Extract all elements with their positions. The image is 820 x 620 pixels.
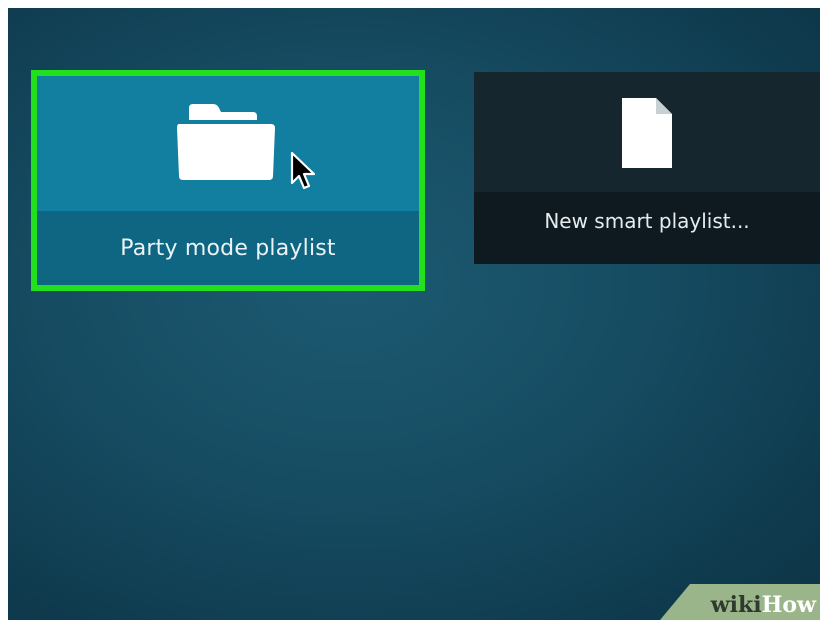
file-icon: [622, 98, 672, 168]
watermark-text: wikiHow: [711, 592, 816, 618]
kodi-screen: Party mode playlist New smart playlist..…: [8, 8, 820, 620]
wikihow-watermark: wikiHow: [660, 584, 820, 620]
watermark-how: How: [761, 592, 816, 618]
new-smart-playlist-tile[interactable]: New smart playlist...: [474, 72, 820, 264]
folder-icon: [177, 104, 275, 180]
watermark-wiki: wiki: [710, 592, 762, 618]
party-mode-playlist-label: Party mode playlist: [120, 235, 336, 261]
tile-label-area: Party mode playlist: [37, 211, 419, 285]
tile-icon-area: [474, 72, 820, 192]
party-mode-playlist-tile[interactable]: Party mode playlist: [31, 70, 425, 291]
tile-icon-area: [37, 76, 419, 211]
new-smart-playlist-label: New smart playlist...: [544, 209, 750, 233]
tile-label-area: New smart playlist...: [474, 192, 820, 264]
mouse-pointer-icon: [290, 151, 316, 190]
